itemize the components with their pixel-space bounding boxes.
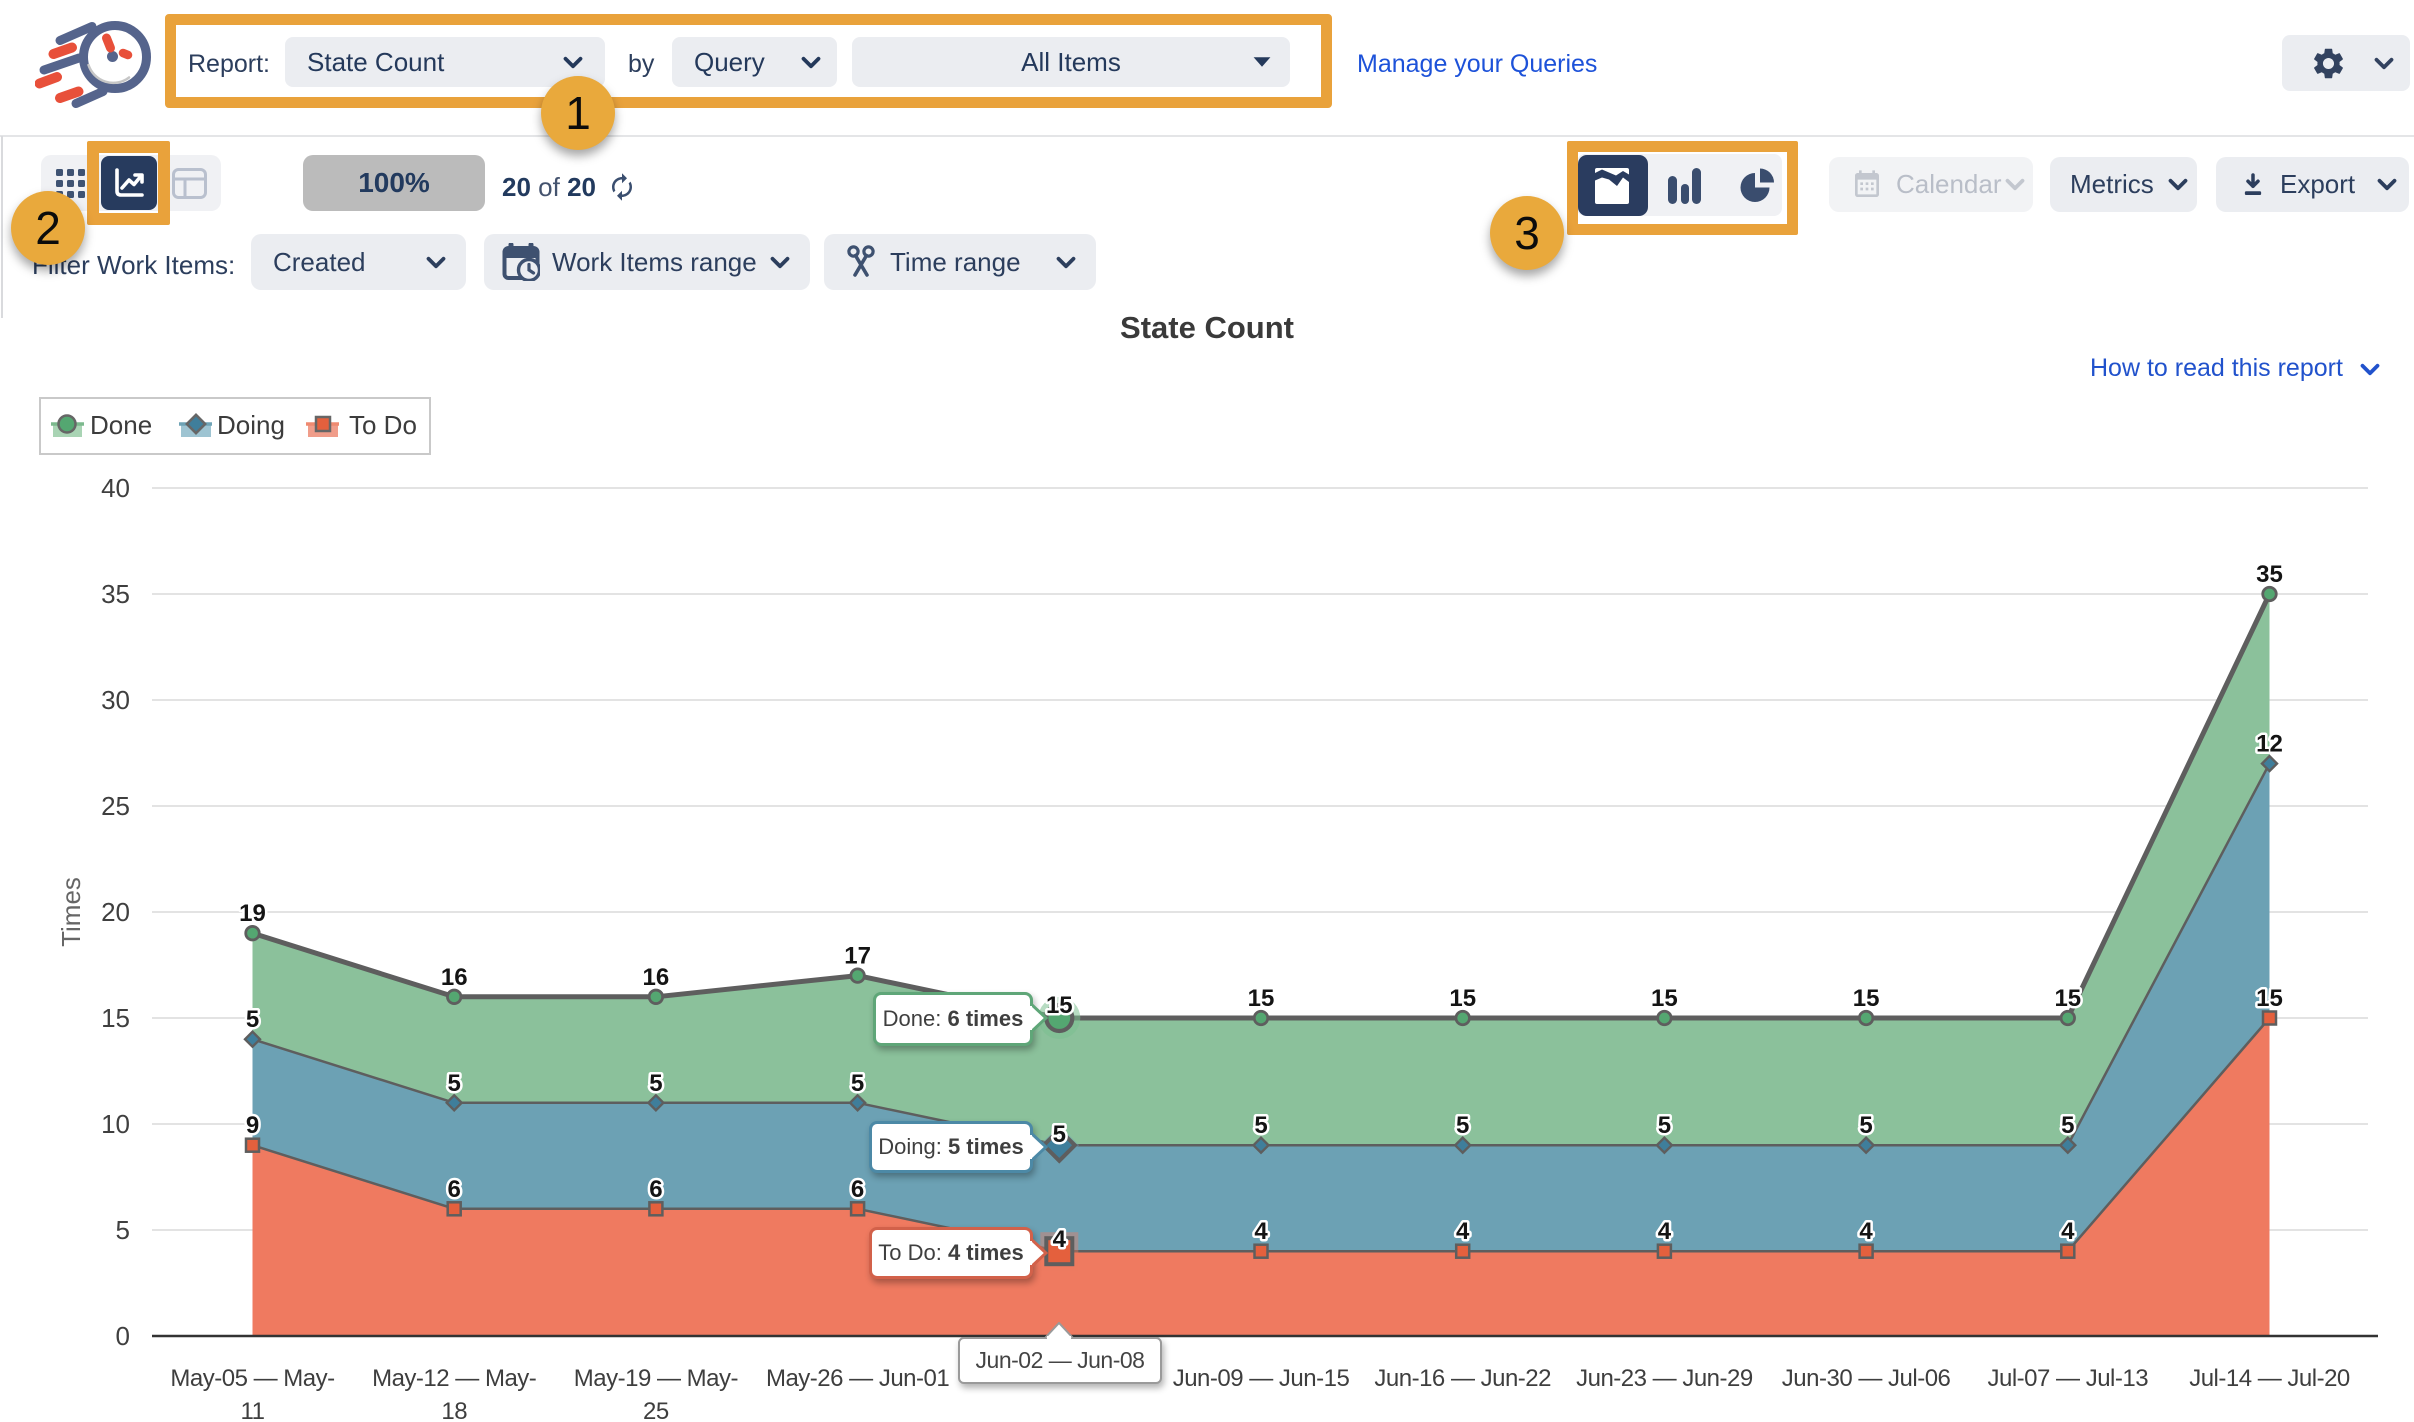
svg-text:15: 15 (1651, 985, 1678, 1012)
svg-text:Jun-30 — Jul-06: Jun-30 — Jul-06 (1782, 1365, 1951, 1392)
svg-text:Done: Done (90, 410, 152, 440)
svg-text:5: 5 (448, 1070, 461, 1097)
svg-text:Jul-14 — Jul-20: Jul-14 — Jul-20 (2189, 1365, 2350, 1392)
svg-text:25: 25 (643, 1398, 669, 1422)
svg-text:4: 4 (1254, 1218, 1268, 1245)
svg-text:15: 15 (2256, 985, 2283, 1012)
svg-text:5: 5 (1456, 1112, 1469, 1139)
svg-text:16: 16 (441, 964, 468, 991)
svg-text:4: 4 (1859, 1218, 1873, 1245)
svg-text:20: 20 (101, 897, 130, 927)
svg-text:15: 15 (1449, 985, 1476, 1012)
svg-text:17: 17 (844, 943, 871, 970)
svg-text:May-19 — May-: May-19 — May- (574, 1365, 738, 1392)
svg-text:Jul-07 — Jul-13: Jul-07 — Jul-13 (1988, 1365, 2149, 1392)
svg-text:Jun-16 — Jun-22: Jun-16 — Jun-22 (1374, 1365, 1551, 1392)
svg-text:5: 5 (1053, 1121, 1066, 1148)
svg-text:May-12 — May-: May-12 — May- (372, 1365, 536, 1392)
svg-text:5: 5 (1658, 1112, 1671, 1139)
svg-text:5: 5 (2061, 1112, 2074, 1139)
svg-text:10: 10 (101, 1109, 130, 1139)
svg-text:15: 15 (1248, 985, 1275, 1012)
svg-text:May-05 — May-: May-05 — May- (170, 1365, 334, 1392)
svg-text:Jun-23 — Jun-29: Jun-23 — Jun-29 (1576, 1365, 1753, 1392)
svg-text:15: 15 (101, 1003, 130, 1033)
svg-text:4: 4 (1456, 1218, 1470, 1245)
svg-text:Times: Times (56, 877, 86, 947)
svg-text:16: 16 (643, 964, 670, 991)
svg-text:5: 5 (246, 1006, 259, 1033)
svg-text:0: 0 (116, 1321, 130, 1351)
svg-text:30: 30 (101, 685, 130, 715)
svg-text:To Do: To Do (349, 410, 417, 440)
svg-text:4: 4 (1053, 1226, 1067, 1253)
svg-text:4: 4 (2061, 1218, 2075, 1245)
svg-text:May-26 — Jun-01: May-26 — Jun-01 (766, 1365, 949, 1392)
svg-text:19: 19 (239, 900, 266, 927)
svg-text:18: 18 (441, 1398, 467, 1422)
svg-text:6: 6 (448, 1176, 461, 1203)
svg-text:12: 12 (2256, 731, 2283, 758)
svg-text:6: 6 (851, 1176, 864, 1203)
svg-text:15: 15 (2054, 985, 2081, 1012)
svg-text:Jun-09 — Jun-15: Jun-09 — Jun-15 (1173, 1365, 1350, 1392)
svg-text:5: 5 (649, 1070, 662, 1097)
svg-text:35: 35 (2256, 561, 2283, 588)
svg-text:5: 5 (1859, 1112, 1872, 1139)
svg-text:5: 5 (851, 1070, 864, 1097)
svg-text:40: 40 (101, 473, 130, 503)
svg-text:5: 5 (116, 1215, 130, 1245)
svg-text:5: 5 (1254, 1112, 1267, 1139)
svg-text:25: 25 (101, 791, 130, 821)
svg-text:11: 11 (241, 1398, 265, 1422)
svg-text:35: 35 (101, 579, 130, 609)
svg-text:9: 9 (246, 1112, 259, 1139)
svg-text:15: 15 (1046, 992, 1073, 1019)
svg-text:6: 6 (649, 1176, 662, 1203)
svg-text:15: 15 (1853, 985, 1880, 1012)
svg-text:Doing: Doing (217, 410, 285, 440)
svg-text:4: 4 (1658, 1218, 1672, 1245)
